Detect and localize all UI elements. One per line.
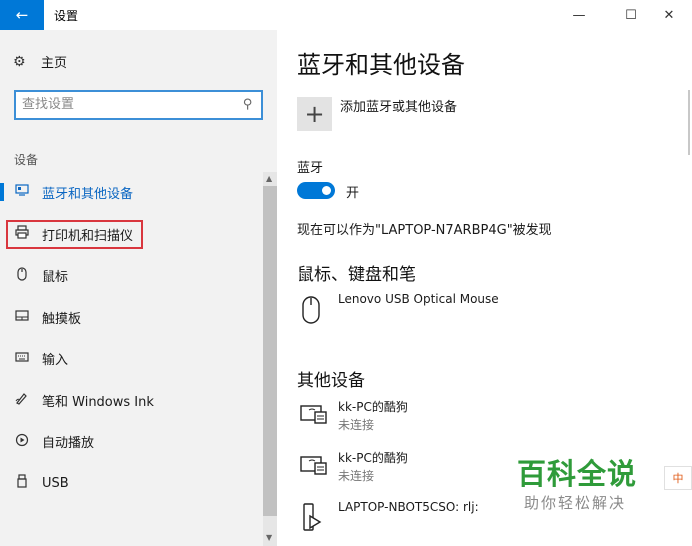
search-icon[interactable]: ⚲ xyxy=(243,97,253,112)
section-label-devices: 设备 xyxy=(14,153,39,167)
usb-icon xyxy=(13,474,31,492)
sidebar-item-bluetooth[interactable]: 蓝牙和其他设备 xyxy=(0,172,262,214)
bluetooth-label: 蓝牙 xyxy=(297,161,324,176)
gear-icon: ⚙ xyxy=(13,53,26,70)
scrollbar-thumb[interactable] xyxy=(263,186,277,516)
search-box[interactable]: ⚲ xyxy=(14,90,263,120)
close-button[interactable]: ✕ xyxy=(646,0,692,30)
toggle-knob xyxy=(322,186,331,195)
device-name: kk-PC的酷狗 xyxy=(338,400,408,414)
sidebar-nav: 蓝牙和其他设备 打印机和扫描仪 鼠标 触摸板 输入 笔和 Windows Ink… xyxy=(0,172,262,504)
window-title: 设置 xyxy=(54,9,79,23)
scrollbar-thumb[interactable] xyxy=(688,90,690,155)
sidebar-item-label: 鼠标 xyxy=(42,270,69,286)
maximize-icon: ☐ xyxy=(625,7,637,23)
sidebar-item-label: 自动播放 xyxy=(42,436,95,452)
bluetooth-devices-icon xyxy=(13,184,31,201)
home-label: 主页 xyxy=(41,56,68,71)
sidebar-item-label: 蓝牙和其他设备 xyxy=(42,187,134,203)
back-button[interactable]: ← xyxy=(0,0,44,30)
device-status: 未连接 xyxy=(338,469,375,483)
sidebar-item-pen[interactable]: 笔和 Windows Ink xyxy=(0,380,262,422)
minimize-button[interactable]: — xyxy=(556,0,602,30)
sidebar-item-printers[interactable]: 打印机和扫描仪 xyxy=(0,214,262,256)
search-input[interactable] xyxy=(22,97,232,112)
watermark-subtitle: 助你轻松解决 xyxy=(524,494,627,512)
sidebar-item-label: USB xyxy=(42,475,69,491)
device-item[interactable]: kk-PC的酷狗 未连接 xyxy=(299,398,679,434)
touchpad-icon xyxy=(13,310,31,325)
scroll-down-arrow-icon[interactable]: ▼ xyxy=(266,533,272,542)
close-icon: ✕ xyxy=(663,7,675,23)
autoplay-icon xyxy=(13,433,31,451)
media-player-icon xyxy=(299,502,329,532)
media-device-icon xyxy=(299,400,329,430)
device-status: 未连接 xyxy=(338,418,375,432)
device-item[interactable]: Lenovo USB Optical Mouse xyxy=(299,292,679,328)
sidebar-item-touchpad[interactable]: 触摸板 xyxy=(0,297,262,339)
highlight-box xyxy=(6,219,143,249)
device-name: Lenovo USB Optical Mouse xyxy=(338,292,499,306)
add-device-button[interactable]: + xyxy=(297,97,332,131)
sidebar-item-autoplay[interactable]: 自动播放 xyxy=(0,421,262,463)
section-title-other-devices: 其他设备 xyxy=(297,371,365,391)
watermark-title: 百科全说 xyxy=(517,457,638,491)
minimize-icon: — xyxy=(572,7,586,23)
sidebar-scrollbar[interactable]: ▲ ▼ xyxy=(263,172,277,546)
content-scrollbar[interactable] xyxy=(688,90,691,520)
discoverable-text: 现在可以作为"LAPTOP-N7ARBP4G"被发现 xyxy=(297,223,552,238)
device-name: LAPTOP-NBOT5CSO: rlj: xyxy=(338,500,479,514)
scroll-up-arrow-icon[interactable]: ▲ xyxy=(266,174,272,183)
keyboard-icon xyxy=(13,351,31,366)
add-device-link[interactable]: 添加蓝牙或其他设备 xyxy=(340,96,457,115)
sidebar-item-label: 触摸板 xyxy=(42,311,82,327)
home-nav-item[interactable]: ⚙ 主页 xyxy=(13,52,68,72)
watermark-tag: 中 xyxy=(664,466,692,490)
section-title-mouse-keyboard-pen: 鼠标、键盘和笔 xyxy=(297,265,416,285)
sidebar-item-usb[interactable]: USB xyxy=(0,463,262,505)
sidebar: ⚙ 主页 ⚲ 设备 蓝牙和其他设备 打印机和扫描仪 鼠标 xyxy=(0,30,277,546)
mouse-device-icon xyxy=(299,294,329,324)
mouse-icon xyxy=(13,267,31,285)
bluetooth-toggle-state: 开 xyxy=(346,186,360,201)
media-device-icon xyxy=(299,451,329,481)
sidebar-item-label: 笔和 Windows Ink xyxy=(42,394,154,410)
page-title: 蓝牙和其他设备 xyxy=(297,51,465,79)
back-arrow-icon: ← xyxy=(15,6,29,24)
title-bar: ← 设置 — ☐ ✕ xyxy=(0,0,692,30)
bluetooth-toggle[interactable] xyxy=(297,182,335,199)
plus-icon: + xyxy=(304,100,325,128)
sidebar-item-typing[interactable]: 输入 xyxy=(0,338,262,380)
sidebar-item-label: 输入 xyxy=(42,353,69,369)
pen-icon xyxy=(13,391,31,409)
sidebar-item-mouse[interactable]: 鼠标 xyxy=(0,255,262,297)
device-name: kk-PC的酷狗 xyxy=(338,451,408,465)
